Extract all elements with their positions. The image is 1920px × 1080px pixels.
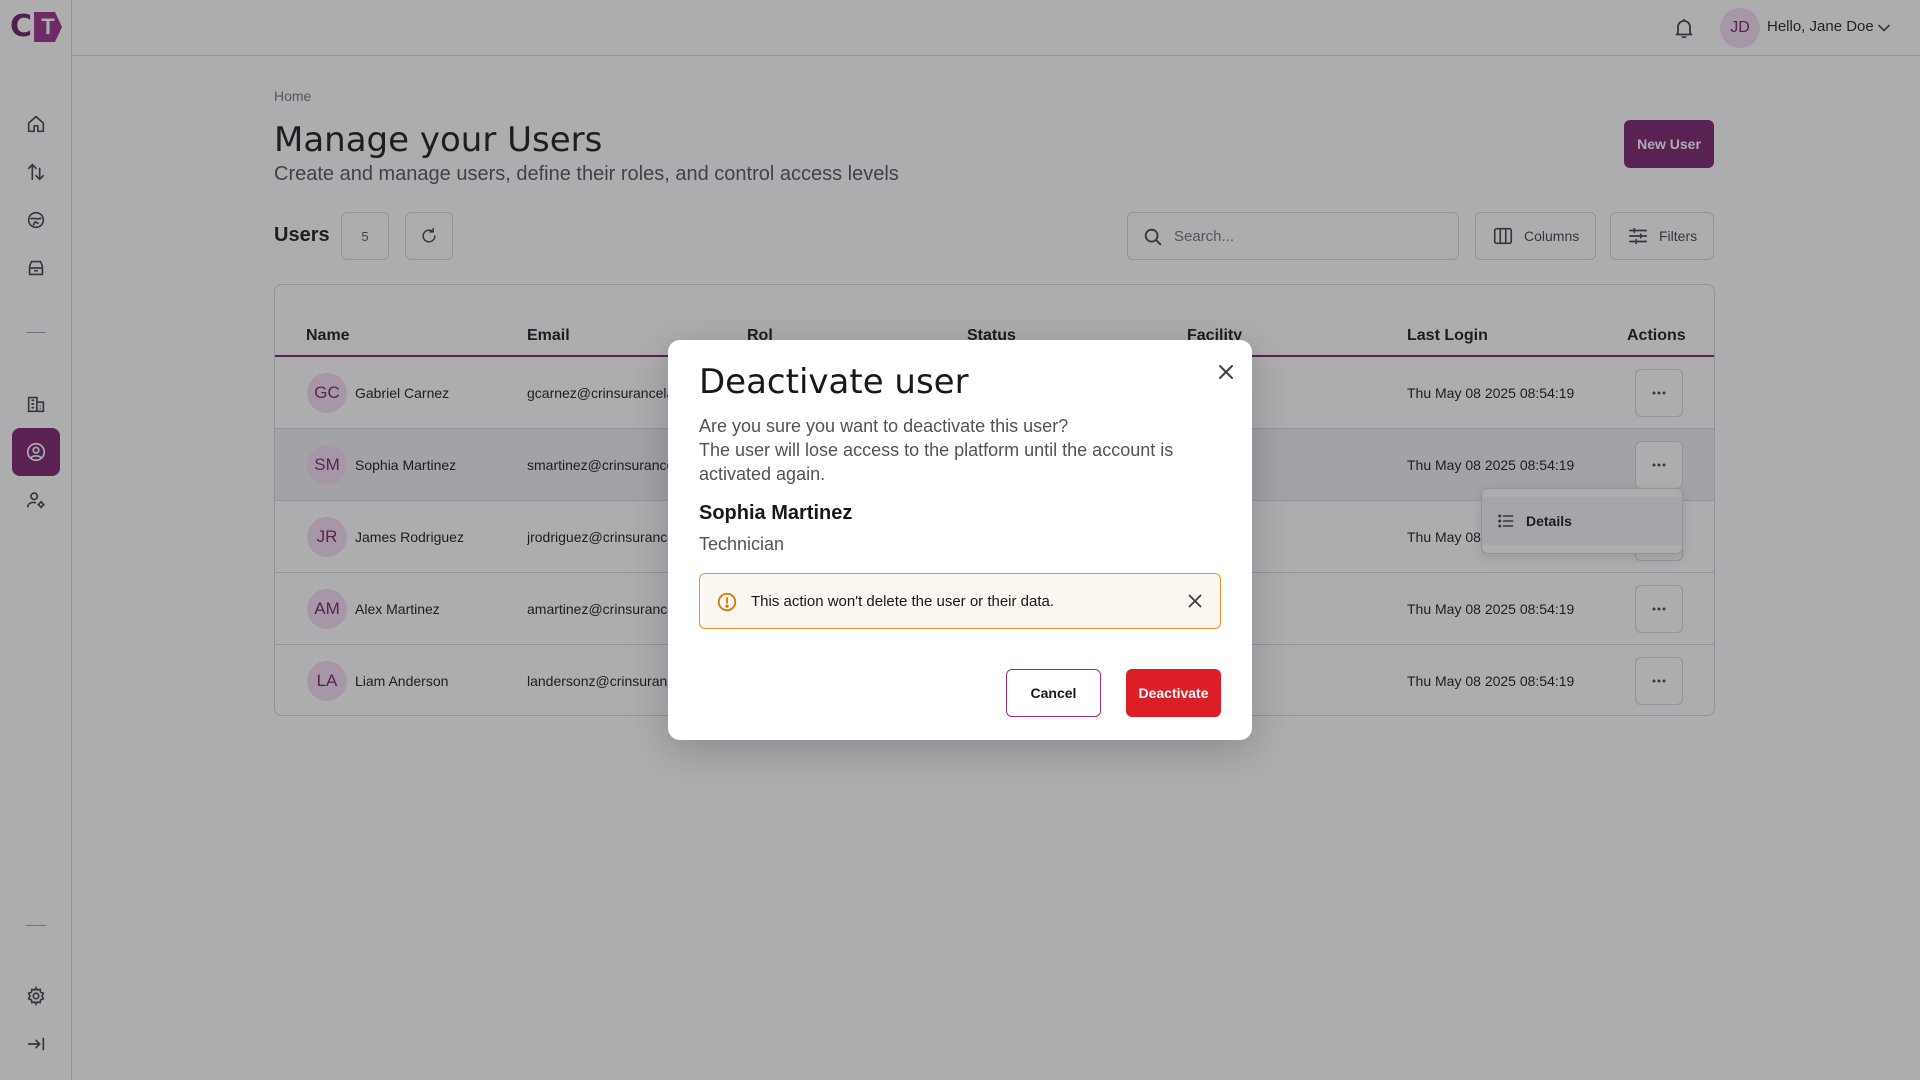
dialog-message: Are you sure you want to deactivate this… [699, 414, 1219, 486]
cancel-button[interactable]: Cancel [1006, 669, 1101, 717]
dialog-user-name: Sophia Martinez [699, 502, 853, 524]
deactivate-user-dialog: Deactivate user Are you sure you want to… [668, 340, 1252, 740]
deactivate-button[interactable]: Deactivate [1126, 669, 1221, 717]
dialog-title: Deactivate user [699, 362, 969, 402]
alert-circle-icon [717, 592, 737, 612]
dialog-user-role: Technician [699, 534, 785, 554]
alert-message: This action won't delete the user or the… [751, 593, 1055, 610]
close-icon [1219, 365, 1233, 379]
close-dialog-button[interactable] [1214, 360, 1238, 384]
warning-alert: This action won't delete the user or the… [699, 573, 1221, 629]
dismiss-alert-button[interactable] [1184, 590, 1206, 612]
dialog-message-line-1: Are you sure you want to deactivate this… [699, 416, 1069, 436]
dialog-message-line-2: The user will lose access to the platfor… [699, 440, 1174, 484]
close-icon [1188, 594, 1202, 608]
